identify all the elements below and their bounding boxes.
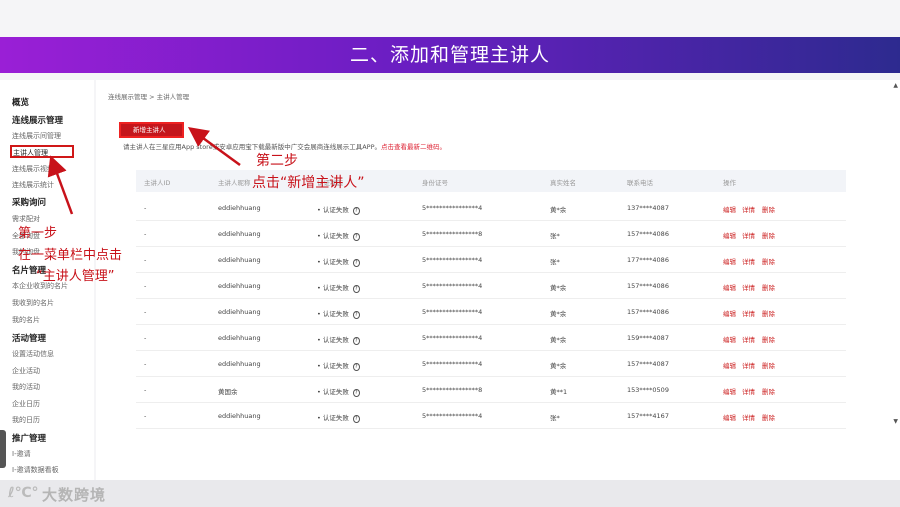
brand-logo-icon: ℓ℃° [8, 485, 39, 501]
annotation-arrows [47, 127, 241, 215]
step2-title: 第二步 [256, 153, 298, 169]
arrow-step2 [187, 127, 241, 167]
arrow-step1 [47, 155, 74, 215]
step1-target: “主讲人管理” [36, 269, 115, 284]
slide-footer: ℓ℃° 大数跨境 [0, 480, 900, 507]
step2-instruction: 点击“新增主讲人” [252, 175, 365, 191]
step1-title: 第一步 [18, 226, 58, 241]
step1-instruction: 在一菜单栏中点击 [18, 248, 123, 263]
brand-name: 大数跨境 [42, 486, 107, 504]
